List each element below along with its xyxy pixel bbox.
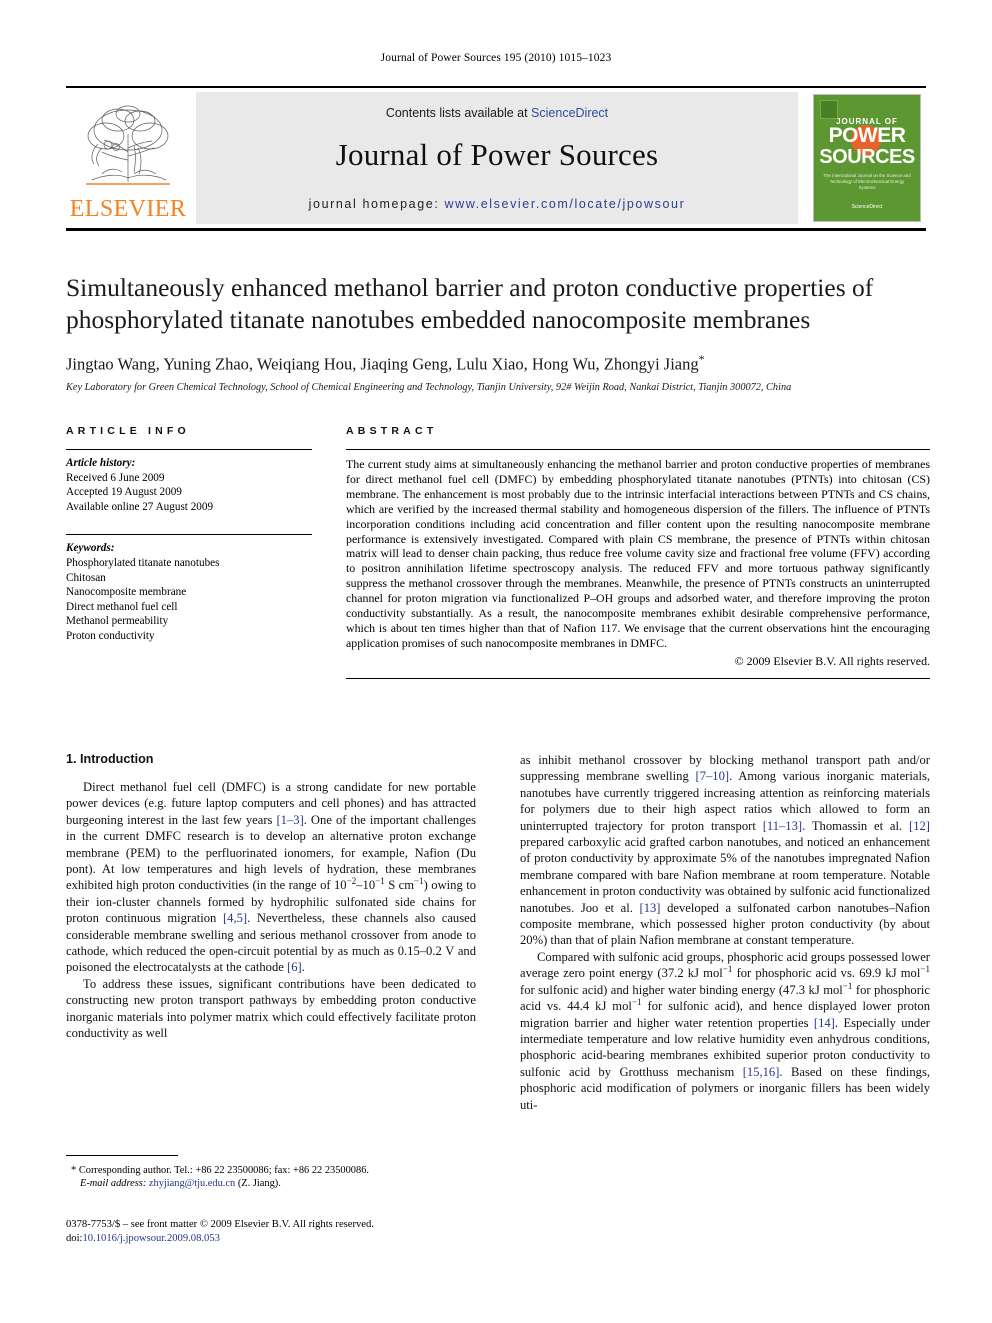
article-history-block: Article history: Received 6 June 2009 Ac… bbox=[66, 450, 312, 514]
paragraph: Compared with sulfonic acid groups, phos… bbox=[520, 949, 931, 1112]
paper-page: Journal of Power Sources 195 (2010) 1015… bbox=[0, 0, 992, 1323]
corresponding-author-note: * Corresponding author. Tel.: +86 22 235… bbox=[66, 1164, 476, 1191]
imprint-block: 0378-7753/$ – see front matter © 2009 El… bbox=[66, 1218, 486, 1246]
corresponding-author-marker: * bbox=[698, 352, 705, 366]
contents-prefix: Contents lists available at bbox=[385, 106, 532, 120]
doi-link[interactable]: 10.1016/j.jpowsour.2009.08.053 bbox=[82, 1233, 219, 1244]
elsevier-wordmark: ELSEVIER bbox=[69, 196, 187, 222]
abstract-bottom-rule bbox=[346, 677, 930, 679]
history-item: Accepted 19 August 2009 bbox=[66, 486, 182, 499]
history-item: Received 6 June 2009 bbox=[66, 471, 165, 484]
title-block: Simultaneously enhanced methanol barrier… bbox=[66, 272, 930, 393]
keyword-item: Proton conductivity bbox=[66, 629, 155, 642]
page-title: Simultaneously enhanced methanol barrier… bbox=[66, 273, 874, 334]
footnote-block: * Corresponding author. Tel.: +86 22 235… bbox=[66, 1155, 476, 1191]
cover-image: JOURNAL OF POWER SOURCES The Internation… bbox=[813, 94, 921, 222]
homepage-label: journal homepage: bbox=[308, 197, 445, 211]
keyword-item: Methanol permeability bbox=[66, 615, 169, 628]
paragraph: as inhibit methanol crossover by blockin… bbox=[520, 753, 930, 948]
cover-word-power: POWER bbox=[828, 124, 906, 147]
author-names: Jingtao Wang, Yuning Zhao, Weiqiang Hou,… bbox=[66, 354, 699, 374]
doi-line: doi:10.1016/j.jpowsour.2009.08.053 bbox=[66, 1232, 486, 1246]
journal-cover-thumbnail: JOURNAL OF POWER SOURCES The Internation… bbox=[808, 92, 926, 224]
paragraph: Direct methanol fuel cell (DMFC) is a st… bbox=[66, 780, 476, 975]
article-info-column: ARTICLE INFO Article history: Received 6… bbox=[66, 425, 312, 679]
sciencedirect-link[interactable]: ScienceDirect bbox=[531, 106, 608, 120]
keyword-item: Nanocomposite membrane bbox=[66, 586, 187, 599]
body-gutter bbox=[476, 752, 520, 1113]
article-history-label: Article history: bbox=[66, 457, 136, 469]
author-list: Jingtao Wang, Yuning Zhao, Weiqiang Hou,… bbox=[66, 352, 930, 375]
abstract-heading: ABSTRACT bbox=[346, 425, 438, 437]
email-label: E-mail address: bbox=[80, 1178, 147, 1190]
doi-label: doi: bbox=[66, 1233, 83, 1244]
history-item: Available online 27 August 2009 bbox=[66, 500, 214, 513]
keyword-item: Chitosan bbox=[66, 571, 106, 584]
affiliation: Key Laboratory for Green Chemical Techno… bbox=[66, 381, 792, 393]
contents-available-line: Contents lists available at ScienceDirec… bbox=[196, 106, 798, 120]
corresponding-author-text: Corresponding author. Tel.: +86 22 23500… bbox=[78, 1165, 369, 1176]
journal-masthead: ELSEVIER Contents lists available at Sci… bbox=[66, 86, 926, 231]
elsevier-tree-icon bbox=[86, 105, 170, 185]
running-head: Journal of Power Sources 195 (2010) 1015… bbox=[380, 52, 612, 64]
paragraph: To address these issues, significant con… bbox=[66, 976, 476, 1041]
masthead-center-band: Contents lists available at ScienceDirec… bbox=[196, 92, 798, 224]
email-suffix: (Z. Jiang). bbox=[237, 1178, 281, 1190]
column-gutter bbox=[312, 425, 346, 679]
body-column-right: as inhibit methanol crossover by blockin… bbox=[520, 752, 930, 1113]
body-columns: 1. Introduction Direct methanol fuel cel… bbox=[66, 752, 930, 1113]
cover-subtitle: The International Journal on the Science… bbox=[823, 173, 911, 190]
cover-sciencedirect-mark: ScienceDirect bbox=[851, 204, 883, 210]
abstract-text: The current study aims at simultaneously… bbox=[346, 457, 930, 650]
keyword-item: Direct methanol fuel cell bbox=[66, 600, 178, 613]
homepage-url-link[interactable]: www.elsevier.com/locate/jpowsour bbox=[444, 197, 685, 211]
keywords-block: Keywords: Phosphorylated titanate nanotu… bbox=[66, 528, 312, 643]
journal-name: Journal of Power Sources bbox=[335, 137, 659, 172]
email-link[interactable]: zhyjiang@tju.edu.cn bbox=[149, 1178, 235, 1189]
keywords-label: Keywords: bbox=[66, 542, 115, 555]
footnote-rule bbox=[66, 1155, 178, 1156]
abstract-copyright: © 2009 Elsevier B.V. All rights reserved… bbox=[734, 653, 930, 668]
elsevier-logo: ELSEVIER bbox=[66, 92, 190, 224]
keyword-item: Phosphorylated titanate nanotubes bbox=[66, 556, 220, 569]
cover-word-sources: SOURCES bbox=[819, 146, 915, 168]
issn-copyright-line: 0378-7753/$ – see front matter © 2009 El… bbox=[66, 1219, 374, 1230]
footnote-marker: * bbox=[71, 1165, 77, 1176]
body-column-left: 1. Introduction Direct methanol fuel cel… bbox=[66, 752, 476, 1113]
journal-homepage-line: journal homepage: www.elsevier.com/locat… bbox=[196, 197, 798, 211]
info-abstract-section: ARTICLE INFO Article history: Received 6… bbox=[66, 425, 930, 679]
abstract-column: ABSTRACT The current study aims at simul… bbox=[346, 425, 930, 679]
section-heading-introduction: 1. Introduction bbox=[66, 752, 154, 766]
article-info-heading: ARTICLE INFO bbox=[66, 425, 190, 437]
